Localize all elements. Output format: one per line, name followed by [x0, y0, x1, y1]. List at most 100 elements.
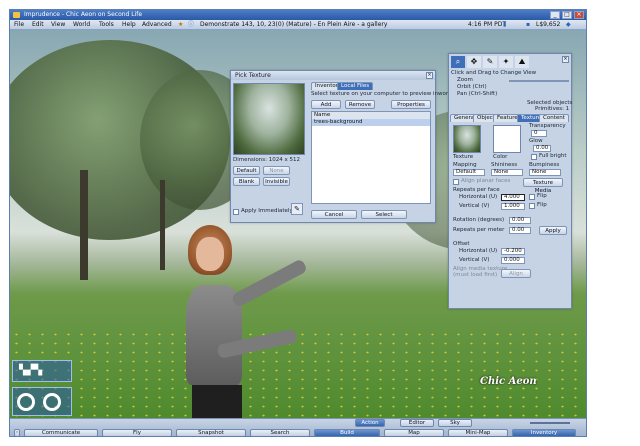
land-tool-icon[interactable]: ⛰	[515, 56, 529, 68]
tree-trunk	[160, 180, 165, 270]
flip-u-checkbox[interactable]	[529, 194, 535, 200]
list-item[interactable]: trees-background	[312, 119, 430, 126]
select-button[interactable]: Select	[361, 210, 407, 219]
minimap-button[interactable]: Mini-Map	[448, 429, 508, 436]
create-tool-icon[interactable]: ✦	[499, 56, 513, 68]
add-button[interactable]: Add	[311, 100, 341, 109]
search-button[interactable]: Search	[250, 429, 310, 436]
orbit-control-icon[interactable]	[17, 393, 35, 411]
balance: L$9,652	[536, 21, 561, 28]
pick-texture-dialog: Pick Texture × Dimensions: 1024 x 512 De…	[230, 70, 453, 223]
texture-label: Texture	[453, 154, 474, 160]
app-icon	[13, 12, 20, 18]
network-icon: ▮	[503, 21, 507, 28]
close-icon[interactable]: ×	[562, 56, 569, 63]
overlay-widget[interactable]: ▚▞▚	[12, 360, 72, 382]
glow-field[interactable]: 0.00	[533, 145, 551, 152]
offset-v-label: Vertical (V)	[459, 257, 490, 263]
list-header: Name	[312, 112, 430, 119]
menu-file[interactable]: File	[14, 20, 24, 30]
flip-v-label: Flip	[537, 202, 547, 208]
fly-button[interactable]: Fly	[102, 429, 172, 436]
minimize-button[interactable]: _	[550, 11, 560, 19]
zoom-slider[interactable]	[509, 80, 569, 82]
flip-u-label: Flip	[537, 193, 547, 199]
eyedropper-button[interactable]: ✎	[291, 203, 303, 215]
zoom-option[interactable]: Zoom	[457, 77, 473, 84]
orbit-option[interactable]: Orbit (Ctrl)	[457, 84, 487, 91]
inventory-button[interactable]: Inventory	[512, 429, 576, 436]
remove-button[interactable]: Remove	[345, 100, 375, 109]
edit-tool-icon[interactable]: ✎	[483, 56, 497, 68]
invisible-button[interactable]: Invisible	[263, 177, 290, 186]
tool-hint: Click and Drag to Change View	[451, 70, 537, 76]
menu-world[interactable]: World	[73, 20, 90, 30]
map-button[interactable]: Map	[384, 429, 444, 436]
fullbright-checkbox[interactable]	[531, 154, 537, 160]
align-button[interactable]: Align	[501, 269, 531, 278]
communicate-button[interactable]: Communicate	[24, 429, 98, 436]
editor-button[interactable]: Editor	[400, 419, 434, 427]
menu-help[interactable]: Help	[122, 20, 136, 30]
texture-media-button[interactable]: Texture Media	[523, 178, 563, 194]
glow-label: Glow	[529, 138, 543, 144]
offset-v-field[interactable]: 0.000	[501, 257, 525, 264]
chat-icon[interactable]: ◦	[14, 429, 20, 436]
cancel-button[interactable]: Cancel	[311, 210, 357, 219]
apply-button[interactable]: Apply	[539, 226, 567, 235]
menu-bar: File Edit View World Tools Help Advanced…	[10, 20, 586, 30]
watermark: Chic Aeon	[480, 376, 537, 387]
favorite-icon[interactable]: ★	[178, 20, 183, 30]
flip-v-checkbox[interactable]	[529, 203, 535, 209]
snapshot-button[interactable]: Snapshot	[176, 429, 246, 436]
mapping-dropdown[interactable]: Default	[453, 169, 485, 176]
repeats-per-meter-field[interactable]: 0.00	[509, 227, 531, 234]
pan-control-icon[interactable]	[43, 393, 61, 411]
build-floater: ⌕ ✥ ✎ ✦ ⛰ × Click and Drag to Change Vie…	[448, 53, 572, 309]
vertical-v-field[interactable]: 1.000	[501, 203, 525, 210]
pan-option[interactable]: Pan (Ctrl-Shift)	[457, 91, 497, 98]
none-button[interactable]: None	[263, 166, 290, 175]
tab-content[interactable]: Content	[539, 114, 569, 122]
shininess-dropdown[interactable]: None	[491, 169, 523, 176]
texture-swatch[interactable]	[453, 125, 481, 153]
build-button[interactable]: Build	[314, 429, 380, 436]
title-bar: Imprudence - Chic Aeon on Second Life _ …	[10, 10, 586, 20]
move-tool-icon[interactable]: ✥	[467, 56, 481, 68]
tree-trunk	[80, 170, 88, 280]
default-button[interactable]: Default	[233, 166, 260, 175]
properties-button[interactable]: Properties	[391, 100, 431, 109]
viewer-window: Imprudence - Chic Aeon on Second Life _ …	[9, 9, 587, 437]
volume-slider[interactable]	[530, 422, 570, 424]
bottom-toolbar: Action Editor Sky ◦ Communicate Fly Snap…	[10, 418, 586, 436]
color-label: Color	[493, 154, 508, 160]
apply-immediately-checkbox[interactable]	[233, 209, 239, 215]
bumpiness-dropdown[interactable]: None	[529, 169, 561, 176]
menu-view[interactable]: View	[51, 20, 65, 30]
action-button[interactable]: Action	[355, 419, 385, 427]
tab-local-files[interactable]: Local Files	[337, 82, 374, 90]
maximize-button[interactable]: □	[562, 11, 572, 19]
offset-u-field[interactable]: -0.200	[501, 248, 525, 255]
menu-tools[interactable]: Tools	[99, 20, 114, 30]
blank-button[interactable]: Blank	[233, 177, 260, 186]
window-title: Imprudence - Chic Aeon on Second Life	[24, 11, 143, 18]
info-icon[interactable]: ⓘ	[188, 20, 194, 30]
focus-tool-icon[interactable]: ⌕	[451, 56, 465, 68]
close-icon[interactable]: ×	[426, 72, 433, 79]
buy-currency-icon[interactable]: ▪	[526, 20, 530, 30]
menu-advanced[interactable]: Advanced	[142, 20, 172, 30]
sky-button[interactable]: Sky	[438, 419, 472, 427]
color-swatch[interactable]	[493, 125, 521, 153]
camera-controls[interactable]	[12, 387, 72, 416]
tool-icons: ⌕ ✥ ✎ ✦ ⛰	[451, 56, 547, 68]
horizontal-u-field[interactable]: 4.000	[501, 194, 525, 201]
rotation-field[interactable]: 0.00	[509, 217, 531, 224]
apply-immediately-label: Apply Immediately	[241, 208, 293, 214]
align-planar-checkbox[interactable]	[453, 179, 459, 185]
menu-edit[interactable]: Edit	[32, 20, 44, 30]
transparency-field[interactable]: 0	[531, 130, 547, 137]
close-button[interactable]: ×	[574, 11, 584, 19]
avatar[interactable]	[178, 225, 328, 418]
grid-icon: ▚▞▚	[19, 365, 43, 376]
